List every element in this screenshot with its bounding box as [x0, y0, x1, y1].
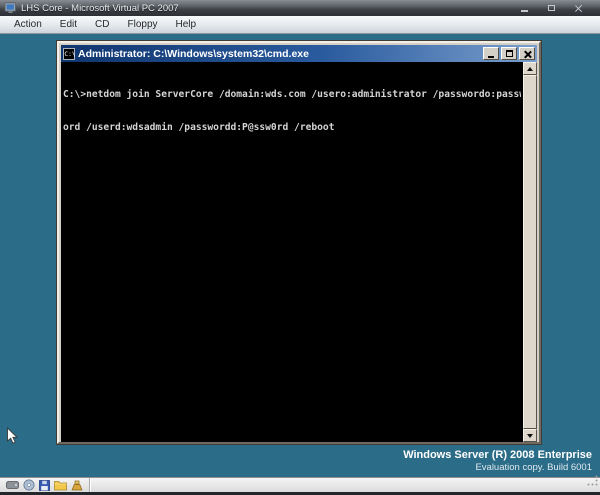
desktop-watermark: Windows Server (R) 2008 Enterprise Evalu… [403, 449, 592, 473]
cmd-title-bar[interactable]: C:\ Administrator: C:\Windows\system32\c… [61, 45, 537, 62]
menu-floppy[interactable]: Floppy [118, 19, 166, 30]
cmd-window-title: Administrator: C:\Windows\system32\cmd.e… [78, 47, 309, 60]
cmd-maximize-button[interactable] [501, 47, 517, 60]
mouse-cursor-icon [6, 426, 19, 451]
status-icon-panel [0, 477, 90, 493]
console-line: ord /userd:wdsadmin /passwordd:P@ssw0rd … [63, 122, 335, 133]
console-area[interactable]: C:\>netdom join ServerCore /domain:wds.c… [61, 62, 537, 442]
app-title-bar[interactable]: LHS Core - Microsoft Virtual PC 2007 [0, 0, 600, 16]
cmd-minimize-button[interactable] [483, 47, 499, 60]
menu-cd[interactable]: CD [86, 19, 118, 30]
app-maximize-button[interactable] [539, 2, 563, 14]
scrollbar-thumb[interactable] [523, 75, 537, 429]
cmd-close-button[interactable] [519, 47, 535, 60]
network-adapter-icon[interactable] [71, 480, 83, 491]
shared-folder-icon[interactable] [54, 480, 67, 491]
cd-drive-icon[interactable] [23, 479, 35, 491]
app-title: LHS Core - Microsoft Virtual PC 2007 [21, 2, 179, 14]
cmd-prompt-icon: C:\ [63, 47, 75, 60]
menu-help[interactable]: Help [167, 19, 206, 30]
menu-edit[interactable]: Edit [51, 19, 86, 30]
console-output: C:\>netdom join ServerCore /domain:wds.c… [63, 67, 521, 155]
floppy-drive-icon[interactable] [39, 479, 50, 491]
status-bar [0, 474, 600, 493]
app-close-button[interactable] [566, 2, 590, 14]
console-line: C:\>netdom join ServerCore /domain:wds.c… [63, 89, 521, 100]
watermark-build: Evaluation copy. Build 6001 [475, 462, 592, 473]
resize-grip-icon[interactable] [586, 474, 599, 492]
scroll-down-icon[interactable] [523, 429, 537, 442]
app-minimize-button[interactable] [512, 2, 536, 14]
svg-text:C:\: C:\ [64, 51, 75, 58]
menu-action[interactable]: Action [5, 19, 51, 30]
cmd-window: C:\ Administrator: C:\Windows\system32\c… [56, 40, 542, 445]
vm-display[interactable]: C:\ Administrator: C:\Windows\system32\c… [0, 34, 600, 477]
console-scrollbar[interactable] [523, 62, 537, 442]
virtual-pc-app-icon [4, 2, 17, 14]
menu-bar: Action Edit CD Floppy Help [0, 16, 600, 34]
scroll-up-icon[interactable] [523, 62, 537, 75]
hard-disk-icon[interactable] [6, 480, 19, 490]
virtual-pc-window: LHS Core - Microsoft Virtual PC 2007 Act… [0, 0, 600, 495]
watermark-edition: Windows Server (R) 2008 Enterprise [403, 449, 592, 461]
